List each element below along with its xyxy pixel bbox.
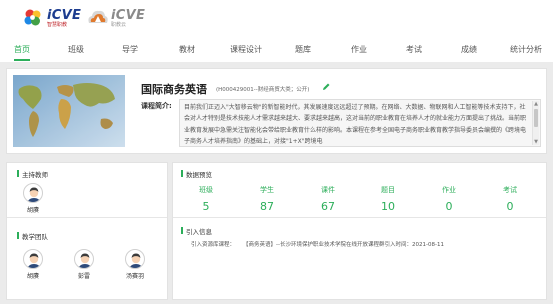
citation-title: 引入信息 [181,226,212,236]
scroll-thumb[interactable] [534,109,538,127]
team-member-name: 汤赛羽 [125,273,144,280]
flower-logo-icon [22,7,44,29]
logo2-subtitle: 职教云 [111,21,127,28]
nav-grades[interactable]: 成绩 [461,44,477,62]
nav-statistics[interactable]: 统计分析 [510,44,542,62]
scroll-up-icon[interactable]: ▲ [533,101,539,107]
overview-title: 数据预览 [181,169,212,179]
stat-value: 87 [260,200,274,213]
main-nav: 首页 班级 导学 教材 课程设计 题库 作业 考试 成绩 统计分析 [0,44,553,62]
course-intro-label: 课程简介: [141,102,172,110]
stat-exams[interactable]: 考试 0 [503,185,517,213]
stat-students[interactable]: 学生 87 [260,185,274,213]
cloud-logo-icon [86,7,108,29]
logo1-subtitle: 智慧职教 [47,21,68,28]
nav-exam[interactable]: 考试 [406,44,422,62]
stat-value: 0 [506,200,514,213]
course-cover-image [13,75,125,147]
course-intro-box: 目前我们正迈入"大智移云物"的新智能时代，其发展速度远远超过了预期。在网络、大数… [179,99,541,147]
top-bar: iCVE 智慧职教 iCVE 职教云 首页 班级 导学 教材 课程设计 题库 作… [0,0,553,62]
scroll-down-icon[interactable]: ▼ [533,139,539,145]
course-title: 国际商务英语 [141,83,207,96]
nav-guide[interactable]: 导学 [122,44,138,62]
team-member-name: 彭雷 [77,273,90,280]
nav-home[interactable]: 首页 [14,44,30,62]
team-member-name: 胡赓 [26,273,39,280]
stat-label: 作业 [442,186,456,194]
nav-question-bank[interactable]: 题库 [295,44,311,62]
citation-line: 引入资源库课程： 【商务英语】--长沙环境保护职业技术学院在线开放课程群引入时间：… [191,240,444,248]
intro-scrollbar[interactable]: ▲ ▼ [532,101,539,145]
stat-label: 题目 [381,186,395,194]
host-teacher-title: 主持教师 [17,169,48,179]
host-teacher-card[interactable]: 胡赓 [19,183,47,214]
avatar [23,183,43,203]
team-title: 教学团队 [17,231,48,241]
avatar [74,249,94,269]
stat-classes[interactable]: 班级 5 [199,185,213,213]
stat-label: 班级 [199,186,213,194]
nav-course-design[interactable]: 课程设计 [230,44,262,62]
course-intro-text: 目前我们正迈入"大智移云物"的新智能时代，其发展速度远远超过了预期。在网络、大数… [184,104,527,145]
stat-value: 67 [321,200,335,213]
citation-text[interactable]: 【商务英语】--长沙环境保护职业技术学院在线开放课程群引入时间：2021-08-… [243,242,444,248]
stat-questions[interactable]: 题目 10 [381,185,395,213]
logo1-title: iCVE [47,7,82,23]
stat-label: 课件 [321,186,335,194]
host-teacher-name: 胡赓 [26,207,39,214]
stat-homework[interactable]: 作业 0 [442,185,456,213]
team-member-card[interactable]: 胡赓 [19,249,47,280]
stat-value: 10 [381,200,395,213]
logo2-title: iCVE [111,7,146,23]
course-info-panel: 国际商务英语 (H000429001--财经商贸大类；公开) 课程简介: 目前我… [6,68,547,154]
nav-homework[interactable]: 作业 [351,44,367,62]
icve-smart-logo[interactable]: iCVE 智慧职教 [22,7,81,29]
stat-value: 5 [202,200,210,213]
nav-class[interactable]: 班级 [68,44,84,62]
avatar [23,249,43,269]
stat-value: 0 [445,200,453,213]
divider [173,217,546,218]
icve-cloud-logo[interactable]: iCVE 职教云 [86,7,145,29]
divider [7,217,167,218]
team-member-card[interactable]: 汤赛羽 [121,249,149,280]
overview-panel: 数据预览 班级 5 学生 87 课件 67 题目 10 作业 0 考试 0 引入… [172,162,547,300]
stat-courseware[interactable]: 课件 67 [321,185,335,213]
team-member-card[interactable]: 彭雷 [70,249,98,280]
nav-textbook[interactable]: 教材 [179,44,195,62]
stat-label: 考试 [503,186,517,194]
citation-label: 引入资源库课程： [191,242,236,248]
stat-label: 学生 [260,186,274,194]
teachers-panel: 主持教师 胡赓 教学团队 胡赓 彭雷 汤赛羽 [6,162,168,300]
avatar [125,249,145,269]
edit-pencil-icon[interactable] [322,82,331,91]
course-code-info: (H000429001--财经商贸大类；公开) [216,87,310,93]
